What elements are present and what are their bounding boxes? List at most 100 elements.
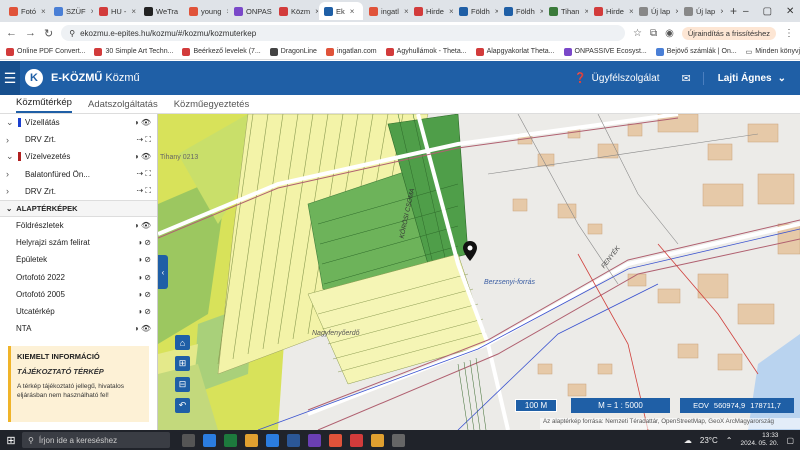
close-icon[interactable]: × [720, 7, 723, 16]
visibility-toggle-icon[interactable]: ◑ ⊘ [137, 307, 157, 316]
app-icon[interactable] [392, 433, 405, 447]
browser-tab[interactable]: Földh × [454, 2, 498, 20]
layer-row[interactable]: ⌄ Vízellátás ◑ 👁 [0, 114, 157, 131]
close-icon[interactable]: × [584, 7, 588, 16]
task-view-icon[interactable] [182, 433, 195, 447]
user-menu[interactable]: Lajti Ágnes ⌄ [704, 73, 800, 84]
visibility-toggle-icon[interactable]: ◑ ⊘ [137, 255, 157, 264]
menu-icon[interactable]: ⋮ [784, 28, 794, 39]
basemap-row[interactable]: Ortofotó 2005 ◑ ⊘ [0, 286, 157, 303]
layer-tools-icon[interactable]: ◑ 👁 [134, 152, 157, 161]
bookmark-item[interactable]: Beérkező levelek (7... [182, 47, 261, 56]
edge-icon[interactable] [203, 433, 216, 447]
close-icon[interactable]: × [41, 7, 46, 16]
url-field[interactable]: ⚲ ekozmu.e-epites.hu/kozmu/#/kozmu/kozmu… [61, 25, 626, 41]
close-icon[interactable]: × [495, 7, 498, 16]
notification-icon[interactable]: ▢ [786, 436, 794, 445]
bookmark-item[interactable]: ingatlan.com [325, 47, 377, 56]
close-icon[interactable]: × [540, 7, 543, 16]
tab-kozmuegyeztetes[interactable]: Közműegyeztetés [174, 99, 250, 113]
visibility-toggle-icon[interactable]: ◑ 👁 [134, 324, 157, 333]
bookmark-item[interactable]: ONPASSIVE Ecosyst... [563, 47, 647, 56]
star-icon[interactable]: ☆ [633, 28, 642, 39]
bookmark-item[interactable]: Alapgyakorlat Theta... [475, 47, 555, 56]
location-pin-icon[interactable] [463, 241, 477, 261]
browser-tab[interactable]: Új lap × [679, 2, 723, 20]
chevron-icon[interactable]: › [6, 169, 14, 179]
clock[interactable]: 13:33 2024. 05. 20. [740, 432, 778, 448]
new-tab-icon[interactable]: + [724, 4, 743, 18]
tray-arrow-icon[interactable]: ⌃ [726, 436, 733, 445]
close-icon[interactable]: × [675, 7, 678, 16]
maximize-icon[interactable]: ▢ [763, 6, 772, 17]
chevron-icon[interactable]: › [6, 135, 14, 145]
layer-tools-icon[interactable]: ⇢ ⛶ [136, 135, 157, 145]
map-canvas[interactable]: KŐRÖSI CSOMA FENYÉK Berzsenyi-forrás Nag… [158, 114, 800, 430]
pdf-icon[interactable] [350, 433, 363, 447]
tab-kozmuterkep[interactable]: Közműtérkép [16, 97, 72, 113]
visibility-toggle-icon[interactable]: ◑ ⊘ [137, 273, 157, 282]
reload-icon[interactable]: ↻ [44, 27, 53, 40]
visibility-toggle-icon[interactable]: ◑ ⊘ [137, 290, 157, 299]
visibility-toggle-icon[interactable]: ◑ 👁 [134, 221, 157, 230]
close-window-icon[interactable]: ✕ [786, 6, 794, 17]
chevron-icon[interactable]: ⌄ [6, 117, 14, 128]
bookmark-item[interactable]: Agyhullámok - Theta... [385, 47, 467, 56]
browser-tab[interactable]: Tihan × [544, 2, 588, 20]
chevron-icon[interactable]: › [6, 186, 14, 196]
bookmark-item[interactable]: Bejövő számlák | On... [655, 47, 737, 56]
excel-icon[interactable] [224, 433, 237, 447]
bookmark-item[interactable]: DragonLine [269, 47, 317, 56]
profile-icon[interactable]: ◉ [665, 28, 674, 39]
bookmark-item[interactable]: Online PDF Convert... [6, 47, 85, 56]
browser-tab[interactable]: SZÜF × [49, 2, 93, 20]
layer-tools-icon[interactable]: ⇢ ⛶ [136, 169, 157, 179]
windows-start-icon[interactable]: ⊞ [0, 434, 22, 447]
browser-tab[interactable]: Földh × [499, 2, 543, 20]
basemap-row[interactable]: Földrészletek ◑ 👁 [0, 217, 157, 234]
close-icon[interactable]: × [226, 7, 228, 16]
browser-tab[interactable]: Fotó × [4, 2, 48, 20]
basemap-row[interactable]: Ortofotó 2022 ◑ ⊘ [0, 269, 157, 286]
close-icon[interactable]: × [131, 7, 136, 16]
mail-icon[interactable]: ✉ [669, 71, 704, 85]
home-icon[interactable]: ⌂ [175, 335, 190, 350]
collapse-sidebar-button[interactable]: ‹ [158, 255, 168, 289]
layer-row[interactable]: › DRV Zrt. ⇢ ⛶ [0, 131, 157, 148]
layer-row[interactable]: › DRV Zrt. ⇢ ⛶ [0, 183, 157, 200]
app-icon[interactable] [329, 433, 342, 447]
close-icon[interactable]: × [629, 7, 633, 16]
browser-tab[interactable]: Új lap × [634, 2, 678, 20]
hamburger-menu-icon[interactable]: ☰ [0, 61, 20, 95]
browser-tab[interactable]: ONPAS × [229, 2, 273, 20]
browser-tab[interactable]: young × [184, 2, 228, 20]
close-icon[interactable]: × [404, 7, 408, 16]
media-icon[interactable] [308, 433, 321, 447]
browser-tab[interactable]: Hirde × [589, 2, 633, 20]
browser-tab[interactable]: Ek × [319, 2, 363, 20]
browser-tab[interactable]: ingatl × [364, 2, 408, 20]
word-icon[interactable] [287, 433, 300, 447]
layer-row[interactable]: › Balatonfüred Ön... ⇢ ⛶ [0, 166, 157, 183]
visibility-toggle-icon[interactable]: ◑ ⊘ [137, 238, 157, 247]
site-info-icon[interactable]: ⚲ [69, 29, 75, 38]
update-button[interactable]: Újraindítás a frissítéshez [681, 26, 776, 40]
chevron-icon[interactable]: ⌄ [6, 151, 14, 162]
basemap-row[interactable]: NTA ◑ 👁 [0, 320, 157, 337]
tab-adatszolgaltatas[interactable]: Adatszolgáltatás [88, 99, 158, 113]
zoom-in-icon[interactable]: ⊞ [175, 356, 190, 371]
close-icon[interactable]: × [315, 7, 318, 16]
extension-icon[interactable]: ⧉ [650, 28, 657, 39]
layer-tools-icon[interactable]: ⇢ ⛶ [136, 186, 157, 196]
back-icon[interactable]: ← [6, 27, 17, 39]
forward-icon[interactable]: → [25, 27, 36, 39]
taskbar-search[interactable]: ⚲ Írjon ide a kereséshez [22, 432, 170, 448]
scale-ratio[interactable]: M = 1 : 5000 [571, 398, 670, 413]
store-icon[interactable] [266, 433, 279, 447]
browser-tab[interactable]: HU - × [94, 2, 138, 20]
browser-tab[interactable]: Hirde × [409, 2, 453, 20]
help-button[interactable]: ❓ Ügyfélszolgálat [564, 73, 669, 84]
close-icon[interactable]: × [449, 7, 453, 16]
browser-tab[interactable]: Közm × [274, 2, 318, 20]
minimize-icon[interactable]: – [743, 6, 749, 17]
